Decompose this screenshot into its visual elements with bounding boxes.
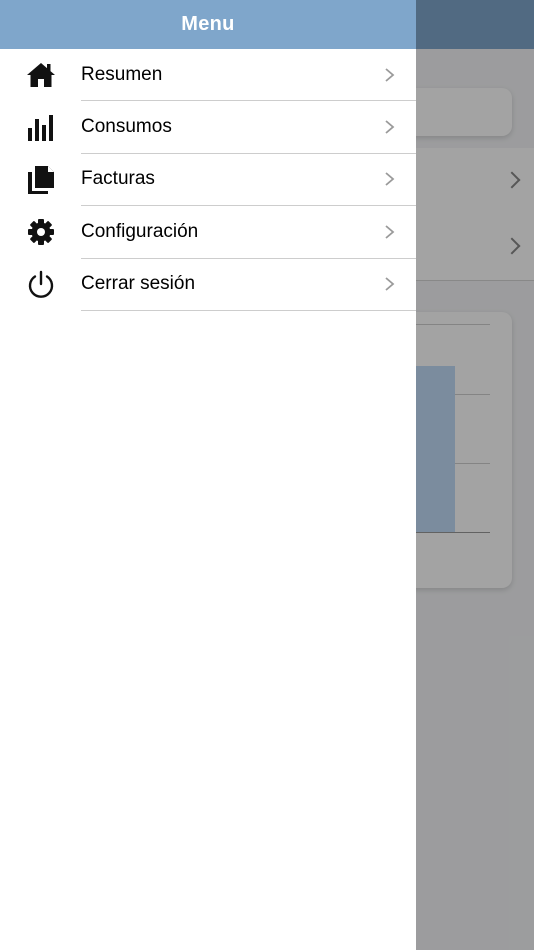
power-icon [0, 259, 81, 311]
menu-item-label: Resumen [81, 63, 163, 85]
menu-item-label: Consumos [81, 116, 172, 138]
menu-item-row: Cerrar sesión [81, 259, 416, 311]
navigation-drawer: Menu Resumen Consumos Facturas Configura… [0, 0, 416, 950]
menu-item-configuracion[interactable]: Configuración [0, 206, 416, 259]
chevron-right-icon [385, 120, 395, 134]
menu-item-label: Cerrar sesión [81, 273, 196, 295]
documents-icon [0, 154, 81, 206]
menu-item-label: Configuración [81, 220, 199, 242]
menu-item-cerrar-sesion[interactable]: Cerrar sesión [0, 259, 416, 311]
menu-item-row: Consumos [81, 101, 416, 154]
drawer-title: Menu [0, 0, 416, 49]
app-screen: Menu Resumen Consumos Facturas Configura… [0, 0, 534, 950]
menu-item-resumen[interactable]: Resumen [0, 49, 416, 102]
menu-item-row: Facturas [81, 154, 416, 207]
menu-item-consumos[interactable]: Consumos [0, 101, 416, 154]
menu-item-row: Configuración [81, 206, 416, 259]
chevron-right-icon [385, 68, 395, 82]
menu-list: Resumen Consumos Facturas Configuración … [0, 49, 416, 311]
home-icon [0, 49, 81, 101]
bar-chart-icon [0, 101, 81, 153]
chevron-right-icon [385, 277, 395, 291]
chevron-right-icon [385, 172, 395, 187]
menu-item-label: Facturas [81, 168, 155, 190]
menu-item-facturas[interactable]: Facturas [0, 154, 416, 207]
chevron-right-icon [385, 225, 395, 239]
menu-item-row: Resumen [81, 49, 416, 102]
gear-icon [0, 206, 81, 258]
